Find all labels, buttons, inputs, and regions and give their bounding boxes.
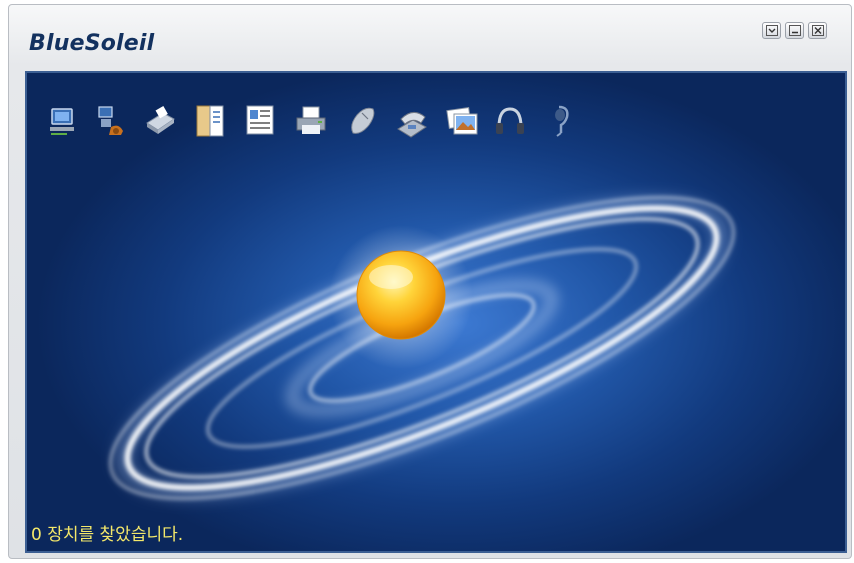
phone-icon[interactable] [395, 103, 429, 139]
dial-up-modem-icon[interactable] [95, 103, 129, 139]
printer-icon[interactable] [294, 103, 328, 139]
mouse-icon[interactable] [345, 103, 379, 139]
image-icon[interactable] [445, 103, 479, 139]
status-text: 0 장치를 찾았습니다. [31, 525, 184, 545]
title-bar[interactable]: BlueSoleil [9, 5, 851, 71]
minimize-icon [789, 25, 801, 36]
headset-icon[interactable] [543, 103, 577, 139]
device-discovery-panel[interactable]: 0 장치를 찾았습니다. [25, 71, 847, 553]
logo-text: BlueSoleil [29, 31, 155, 56]
file-transfer-icon[interactable] [193, 103, 227, 139]
sun-highlight [369, 265, 413, 289]
headphone-icon[interactable] [493, 103, 527, 139]
chevron-down-icon [766, 25, 778, 36]
orbit-scene [109, 196, 735, 500]
close-button[interactable] [808, 22, 827, 39]
sun-orb[interactable] [356, 250, 446, 340]
pim-sync-icon[interactable] [243, 103, 277, 139]
fax-icon[interactable] [143, 103, 177, 139]
minimize-button[interactable] [785, 22, 804, 39]
bluesoleil-window: BlueSoleil 0 장치를 찾았습니다. [8, 4, 852, 559]
network-computer-icon[interactable] [47, 103, 81, 139]
options-button[interactable] [762, 22, 781, 39]
close-icon [812, 25, 824, 36]
